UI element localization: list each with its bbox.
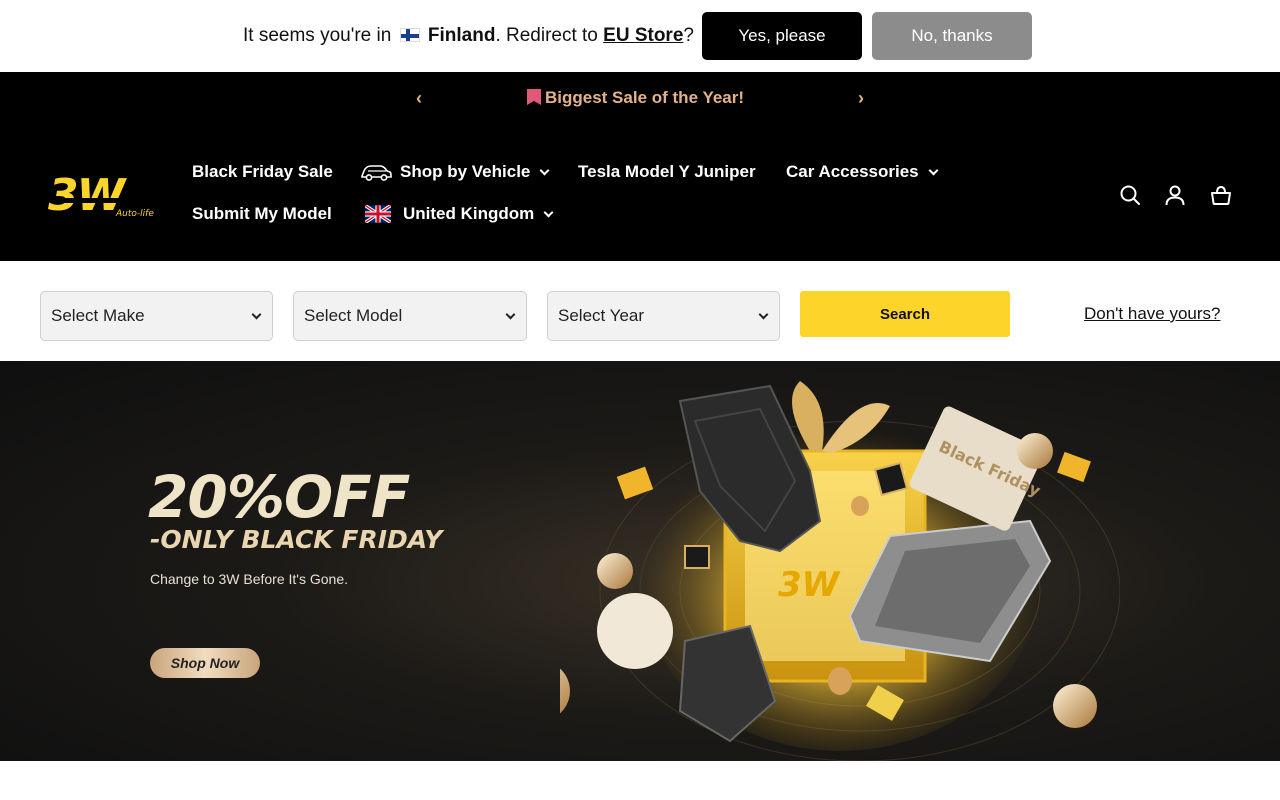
nav-label: Car Accessories: [786, 162, 919, 181]
geo-text-suffix: ?: [683, 25, 694, 46]
black-friday-product-illustration: 3W Black Friday: [560, 381, 1120, 761]
select-make-value: Select Make: [51, 306, 145, 325]
hero-banner[interactable]: 20%OFF -ONLY BLACK FRIDAY Change to 3W B…: [0, 361, 1280, 761]
hero-description: Change to 3W Before It's Gone.: [150, 571, 349, 587]
shop-now-button[interactable]: Shop Now: [150, 648, 260, 678]
svg-text:Auto-life: Auto-life: [115, 209, 154, 218]
account-icon[interactable]: [1164, 184, 1186, 206]
geo-country: Finland: [427, 25, 496, 46]
announcement-text: Biggest Sale of the Year!: [545, 88, 745, 107]
3w-logo[interactable]: 3W Auto-life: [48, 172, 170, 218]
uk-flag-icon: [365, 205, 391, 223]
chevron-right-icon[interactable]: ›: [851, 88, 871, 108]
nav-black-friday-sale[interactable]: Black Friday Sale: [192, 162, 333, 182]
chevron-down-icon: [539, 165, 550, 175]
search-icon[interactable]: [1119, 184, 1141, 206]
chevron-left-icon[interactable]: ‹: [409, 88, 429, 108]
geo-text-prefix: It seems you're in: [243, 25, 392, 46]
select-year-value: Select Year: [558, 306, 645, 325]
select-model[interactable]: Select Model: [293, 291, 527, 341]
geo-redirect-message: It seems you're in Finland. Redirect to …: [243, 25, 694, 47]
vehicle-search-button[interactable]: Search: [800, 291, 1010, 337]
cart-icon[interactable]: [1210, 184, 1232, 206]
chevron-down-icon: [758, 309, 769, 320]
nav-tesla-model-y-juniper[interactable]: Tesla Model Y Juniper: [578, 162, 756, 182]
chevron-down-icon: [543, 207, 554, 217]
bookmark-tag-icon: [527, 89, 541, 105]
redirect-no-button[interactable]: No, thanks: [872, 12, 1032, 60]
car-icon: [361, 165, 392, 181]
chevron-down-icon: [251, 309, 262, 320]
hero-art-brand: 3W: [778, 565, 841, 605]
select-year[interactable]: Select Year: [547, 291, 780, 341]
hero-title: 20%OFF: [148, 463, 410, 531]
chevron-down-icon: [505, 309, 516, 320]
nav-label: Shop by Vehicle: [400, 162, 531, 181]
nav-label: Black Friday Sale: [192, 162, 333, 181]
finland-flag-icon: [399, 28, 420, 42]
geo-redirect-bar: It seems you're in Finland. Redirect to …: [0, 0, 1280, 72]
eu-store-link[interactable]: EU Store: [603, 25, 683, 46]
select-model-value: Select Model: [304, 306, 403, 325]
vehicle-finder: Select Make Select Model Select Year Sea…: [0, 261, 1280, 361]
redirect-yes-button[interactable]: Yes, please: [702, 12, 862, 60]
nav-country-selector[interactable]: United Kingdom: [365, 204, 554, 224]
nav-label: Tesla Model Y Juniper: [578, 162, 756, 181]
nav-label: United Kingdom: [403, 204, 535, 223]
nav-shop-by-vehicle[interactable]: Shop by Vehicle: [360, 162, 550, 182]
select-make[interactable]: Select Make: [40, 291, 273, 341]
hero-subtitle: -ONLY BLACK FRIDAY: [150, 525, 443, 554]
nav-submit-my-model[interactable]: Submit My Model: [192, 204, 332, 224]
chevron-down-icon: [928, 165, 939, 175]
geo-text-middle: . Redirect to: [495, 25, 598, 46]
nav-label: Submit My Model: [192, 204, 332, 223]
announcement-bar[interactable]: Biggest Sale of the Year!: [527, 88, 744, 108]
site-header: ‹ Biggest Sale of the Year! › 3W Auto-li…: [0, 72, 1280, 261]
nav-car-accessories[interactable]: Car Accessories: [786, 162, 939, 182]
dont-have-yours-link[interactable]: Don't have yours?: [1084, 304, 1221, 324]
